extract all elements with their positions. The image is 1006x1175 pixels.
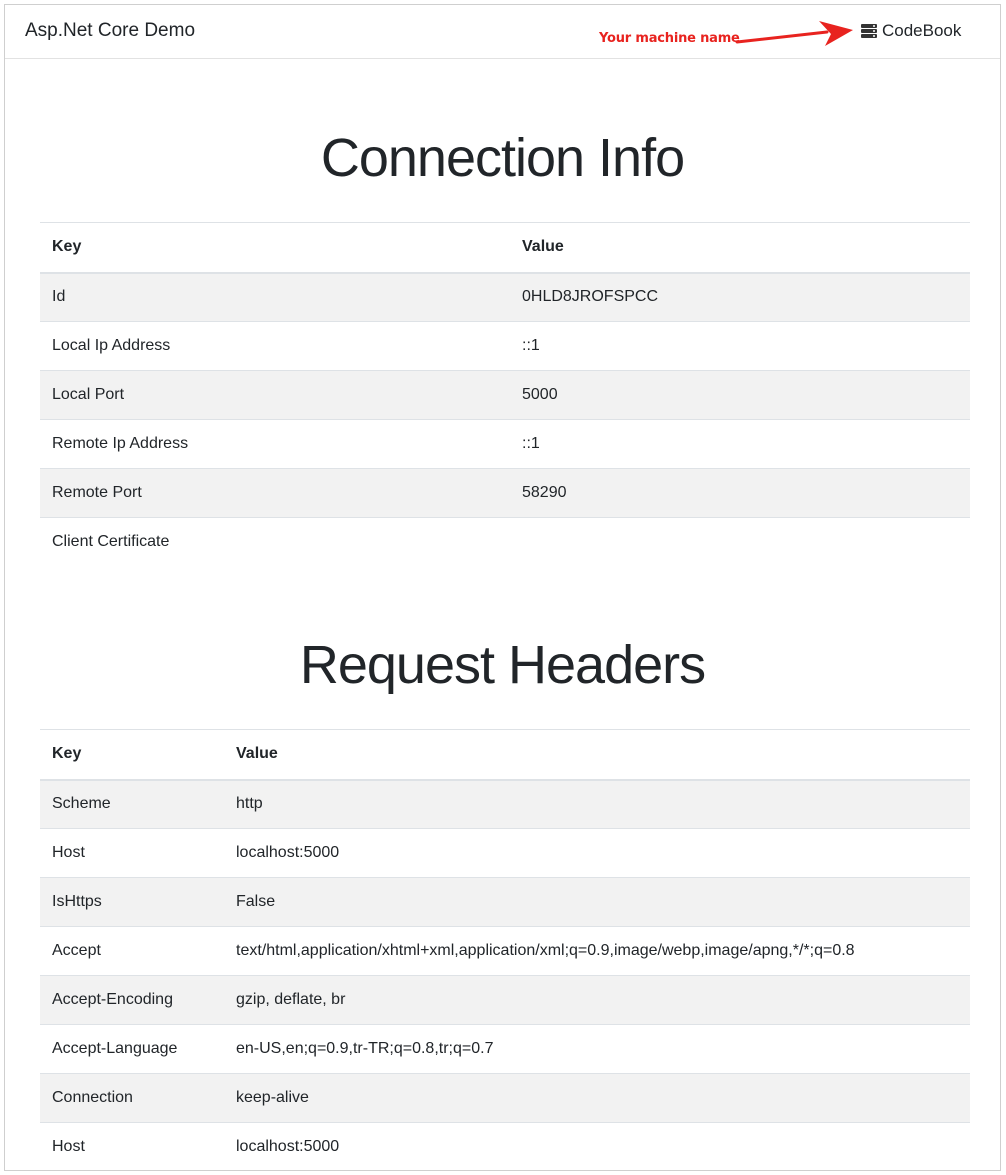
- column-header-value: Value: [224, 729, 970, 781]
- table-row: Remote Port 58290: [40, 468, 970, 518]
- table-row: Remote Ip Address ::1: [40, 419, 970, 469]
- row-key: Scheme: [40, 779, 224, 829]
- row-value: en-US,en;q=0.9,tr-TR;q=0.8,tr;q=0.7: [224, 1024, 970, 1074]
- request-headers-title: Request Headers: [299, 635, 706, 695]
- table-row: Host localhost:5000: [40, 828, 970, 878]
- row-key: Remote Port: [40, 468, 510, 518]
- column-header-key: Key: [40, 729, 224, 781]
- table-row: Accept text/html,application/xhtml+xml,a…: [40, 926, 970, 976]
- row-key: Accept-Language: [40, 1024, 224, 1074]
- row-key: Accept: [40, 926, 224, 976]
- row-value: [510, 517, 970, 567]
- connection-info-title: Connection Info: [320, 128, 685, 188]
- table-header-row: Key Value: [40, 222, 970, 274]
- table-row: Scheme http: [40, 779, 970, 829]
- row-value: False: [224, 877, 970, 927]
- table-row: Local Ip Address ::1: [40, 321, 970, 371]
- column-header-key: Key: [40, 222, 510, 274]
- connection-info-table: Key Value Id 0HLD8JROFSPCC Local Ip Addr…: [40, 222, 970, 567]
- navbar: Asp.Net Core Demo Your machine name Code…: [5, 5, 1000, 59]
- row-value: localhost:5000: [224, 1122, 970, 1170]
- row-value: 58290: [510, 468, 970, 518]
- row-key: Client Certificate: [40, 517, 510, 567]
- row-key: Id: [40, 272, 510, 322]
- table-row: Accept-Encoding gzip, deflate, br: [40, 975, 970, 1025]
- server-icon: [861, 24, 877, 38]
- request-headers-table: Key Value Scheme http Host localhost:500…: [40, 729, 970, 1170]
- machine-name: CodeBook: [882, 21, 962, 40]
- row-value: ::1: [510, 419, 970, 469]
- brand-link[interactable]: Asp.Net Core Demo: [25, 20, 195, 42]
- row-value: localhost:5000: [224, 828, 970, 878]
- row-key: Accept-Encoding: [40, 975, 224, 1025]
- table-row: Connection keep-alive: [40, 1073, 970, 1123]
- row-key: Local Ip Address: [40, 321, 510, 371]
- table-row: Client Certificate: [40, 517, 970, 567]
- row-value: ::1: [510, 321, 970, 371]
- table-row: Local Port 5000: [40, 370, 970, 420]
- table-row: Id 0HLD8JROFSPCC: [40, 272, 970, 322]
- annotation-arrow-icon: [735, 21, 853, 46]
- row-key: Local Port: [40, 370, 510, 420]
- table-row: IsHttps False: [40, 877, 970, 927]
- row-value: http: [224, 779, 970, 829]
- row-key: Remote Ip Address: [40, 419, 510, 469]
- row-value: 5000: [510, 370, 970, 420]
- row-key: Host: [40, 1122, 224, 1170]
- annotation-label: Your machine name: [599, 31, 740, 46]
- browser-viewport: Asp.Net Core Demo Your machine name Code…: [4, 4, 1001, 1171]
- table-row: Accept-Language en-US,en;q=0.9,tr-TR;q=0…: [40, 1024, 970, 1074]
- row-key: IsHttps: [40, 877, 224, 927]
- table-header-row: Key Value: [40, 729, 970, 781]
- machine-name-link[interactable]: CodeBook: [861, 21, 961, 41]
- column-header-value: Value: [510, 222, 970, 274]
- row-key: Connection: [40, 1073, 224, 1123]
- row-value: keep-alive: [224, 1073, 970, 1123]
- table-row: Host localhost:5000: [40, 1122, 970, 1170]
- row-value: gzip, deflate, br: [224, 975, 970, 1025]
- row-value: text/html,application/xhtml+xml,applicat…: [224, 926, 970, 976]
- row-key: Host: [40, 828, 224, 878]
- row-value: 0HLD8JROFSPCC: [510, 272, 970, 322]
